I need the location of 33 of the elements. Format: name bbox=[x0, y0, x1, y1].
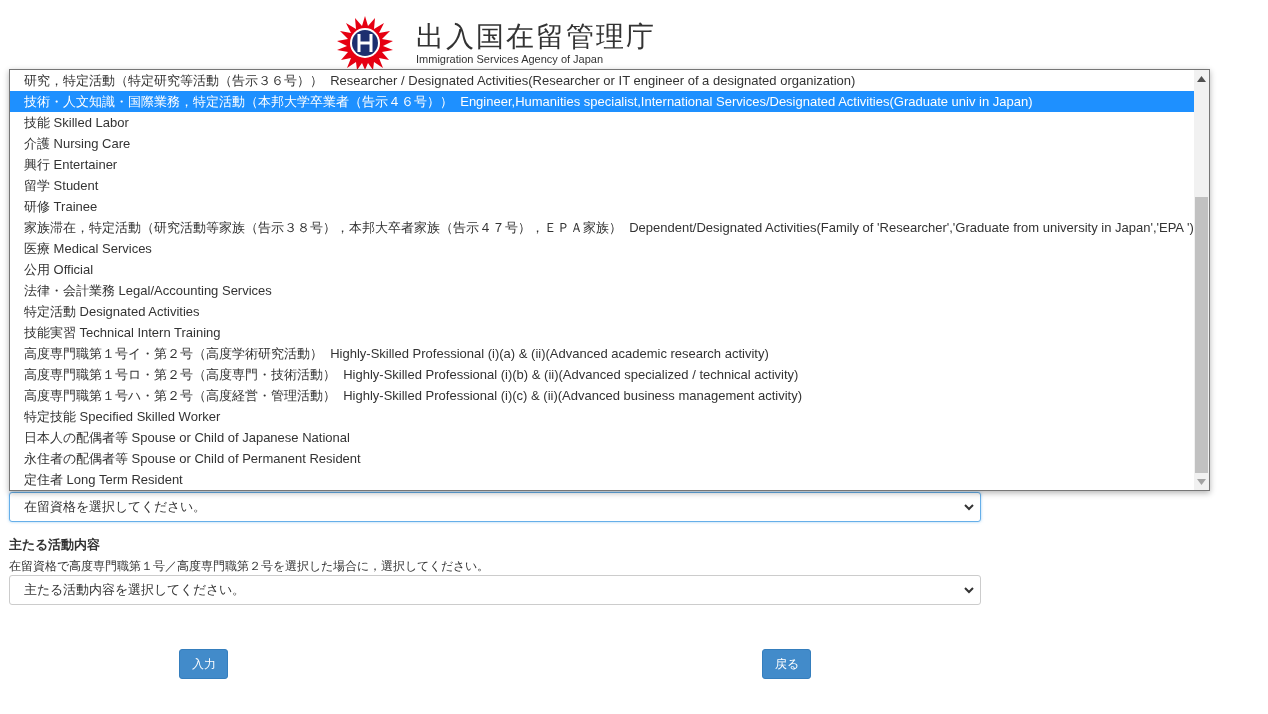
input-button[interactable]: 入力 bbox=[179, 649, 228, 679]
dropdown-option[interactable]: 高度専門職第１号イ・第２号（高度学術研究活動） Highly-Skilled Professional (i)(a) & (ii)(Advanced academic research activity) bbox=[10, 343, 1194, 364]
hint-text: 在留資格で高度専門職第１号／高度専門職第２号を選択した場合に，選択してください。 bbox=[9, 558, 490, 575]
agency-title: 出入国在留管理庁 bbox=[416, 21, 656, 53]
field-label: 主たる活動内容 bbox=[9, 536, 101, 554]
dropdown-option[interactable]: 介護 Nursing Care bbox=[10, 133, 1194, 154]
dropdown-option[interactable]: 家族滞在，特定活動（研究活動等家族（告示３８号），本邦大卒者家族（告示４７号），ＥＰＡ家族） Dependent/Designated Activities(Family of 'Researcher','Graduate from university in Japan','EPA ') bbox=[10, 217, 1194, 238]
dropdown-option[interactable]: 留学 Student bbox=[10, 175, 1194, 196]
back-button[interactable]: 戻る bbox=[762, 649, 811, 679]
activity-select[interactable]: 主たる活動内容を選択してください。 bbox=[9, 575, 981, 605]
chevron-down-icon bbox=[964, 503, 974, 511]
dropdown-option[interactable]: 技能 Skilled Labor bbox=[10, 112, 1194, 133]
dropdown-option[interactable]: 公用 Official bbox=[10, 259, 1194, 280]
dropdown-option[interactable]: 永住者の配偶者等 Spouse or Child of Permanent Resident bbox=[10, 448, 1194, 469]
dropdown-option[interactable]: 技能実習 Technical Intern Training bbox=[10, 322, 1194, 343]
scrollbar-thumb[interactable] bbox=[1194, 197, 1208, 473]
dropdown-option[interactable]: 特定活動 Designated Activities bbox=[10, 301, 1194, 322]
scroll-down-arrow-icon[interactable] bbox=[1196, 479, 1206, 485]
dropdown-option[interactable]: 研修 Trainee bbox=[10, 196, 1194, 217]
dropdown-option[interactable]: 定住者 Long Term Resident bbox=[10, 469, 1194, 490]
chevron-down-icon bbox=[964, 586, 974, 594]
dropdown-option[interactable]: 法律・会計業務 Legal/Accounting Services bbox=[10, 280, 1194, 301]
scroll-up-arrow-icon[interactable] bbox=[1196, 76, 1206, 82]
dropdown-option[interactable]: 高度専門職第１号ロ・第２号（高度専門・技術活動） Highly-Skilled Professional (i)(b) & (ii)(Advanced specialized / technical activity) bbox=[10, 364, 1194, 385]
agency-subtitle: Immigration Services Agency of Japan bbox=[416, 53, 605, 65]
scrollbar[interactable] bbox=[1193, 70, 1209, 490]
dropdown-option[interactable]: 高度専門職第１号ハ・第２号（高度経営・管理活動） Highly-Skilled Professional (i)(c) & (ii)(Advanced business management activity) bbox=[10, 385, 1194, 406]
dropdown-option[interactable]: 研究，特定活動（特定研究等活動（告示３６号）） Researcher / Designated Activities(Researcher or IT engineer of a designated organization) bbox=[10, 70, 1194, 91]
dropdown-option[interactable]: 興行 Entertainer bbox=[10, 154, 1194, 175]
dropdown-option[interactable]: 特定技能 Specified Skilled Worker bbox=[10, 406, 1194, 427]
dropdown-option[interactable]: 医療 Medical Services bbox=[10, 238, 1194, 259]
status-select[interactable]: 在留資格を選択してください。 bbox=[9, 492, 981, 522]
dropdown-option[interactable]: 日本人の配偶者等 Spouse or Child of Japanese National bbox=[10, 427, 1194, 448]
